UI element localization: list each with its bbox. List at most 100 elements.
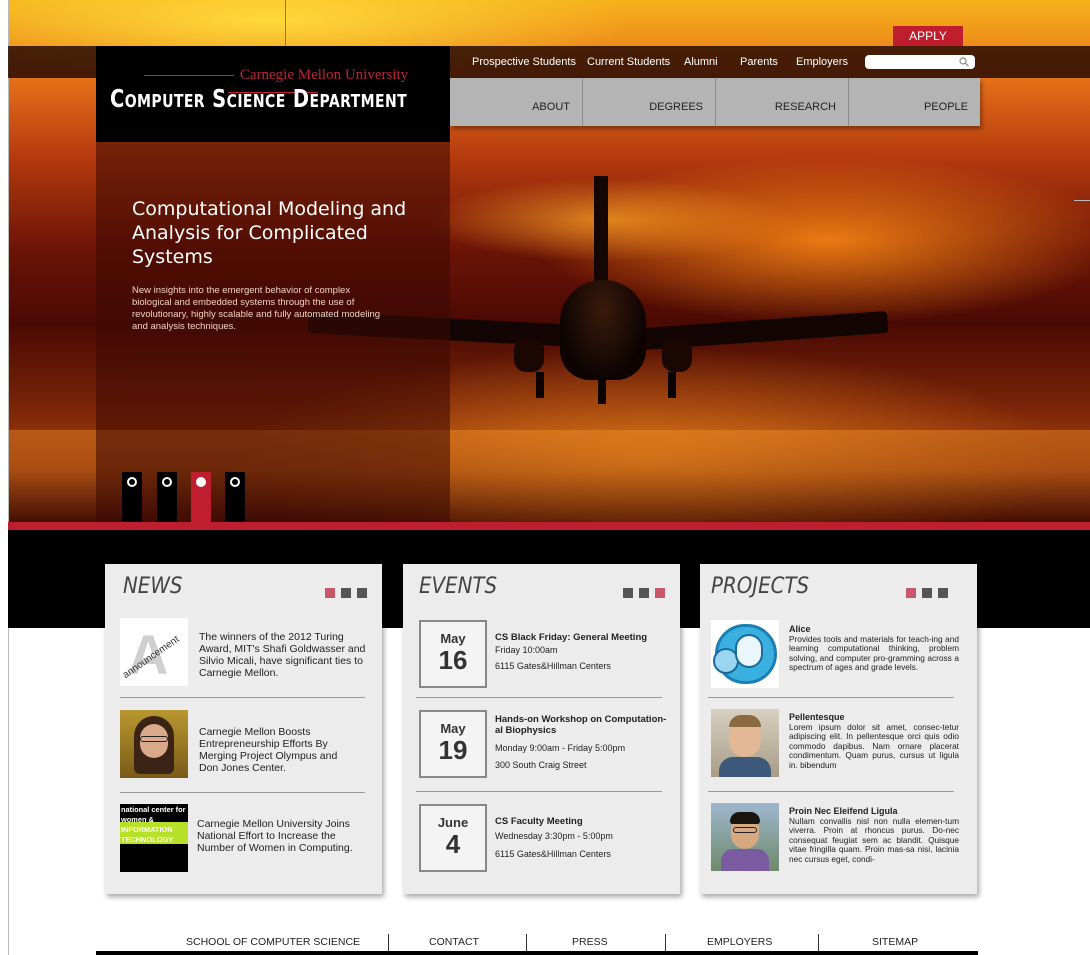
event-location: 6115 Gates&Hillman Centers bbox=[495, 849, 611, 859]
card-square bbox=[655, 588, 665, 598]
divider bbox=[120, 697, 365, 698]
nav-people[interactable]: PEOPLE bbox=[849, 78, 980, 126]
project-description: Nullam convallis nisl non nulla elemen-t… bbox=[789, 816, 959, 864]
event-location: 300 South Craig Street bbox=[495, 760, 587, 770]
project-name[interactable]: Pellentesque bbox=[789, 712, 845, 722]
events-heading: EVENTS bbox=[419, 574, 498, 599]
event-day: 19 bbox=[438, 735, 468, 765]
plane-gear-right bbox=[668, 372, 676, 398]
slide-dot-ring bbox=[230, 477, 240, 487]
event-title[interactable]: CS Faculty Meeting bbox=[495, 816, 667, 827]
plane-gear-nose bbox=[598, 378, 606, 404]
event-date: June 4 bbox=[419, 804, 487, 872]
event-date: May 16 bbox=[419, 620, 487, 688]
nav-degrees[interactable]: DEGREES bbox=[583, 78, 715, 126]
divider bbox=[708, 791, 954, 792]
event-time: Friday 10:00am bbox=[495, 645, 558, 655]
card-square bbox=[938, 588, 948, 598]
footer-nav: SCHOOL OF COMPUTER SCIENCE CONTACT PRESS… bbox=[96, 934, 978, 955]
search-input[interactable] bbox=[865, 55, 975, 69]
plane-fuselage bbox=[560, 280, 646, 380]
divider bbox=[416, 791, 662, 792]
person-hair bbox=[729, 715, 761, 727]
event-title[interactable]: CS Black Friday: General Meeting bbox=[495, 632, 667, 643]
alice-character bbox=[735, 634, 763, 668]
logo-department-name: Computer Science Department bbox=[110, 84, 407, 113]
search-icon[interactable] bbox=[959, 55, 969, 69]
event-day: 4 bbox=[445, 829, 461, 859]
news-heading: NEWS bbox=[123, 574, 183, 599]
footer-link-employers[interactable]: EMPLOYERS bbox=[707, 936, 772, 948]
apply-button[interactable]: APPLY bbox=[893, 26, 963, 46]
feature-panel: Computational Modeling and Analysis for … bbox=[96, 142, 450, 522]
feature-title[interactable]: Computational Modeling and Analysis for … bbox=[132, 197, 432, 269]
news-thumb-ncwit[interactable]: national center for women & INFORMATION … bbox=[120, 804, 188, 872]
glasses-icon bbox=[733, 827, 757, 833]
footer-divider bbox=[665, 934, 666, 952]
card-square bbox=[639, 588, 649, 598]
divider bbox=[120, 792, 365, 793]
project-thumb-person[interactable] bbox=[711, 803, 779, 871]
card-square bbox=[922, 588, 932, 598]
footer-divider bbox=[526, 934, 527, 952]
news-thumb-announcement[interactable]: A announcement bbox=[120, 618, 188, 686]
event-day: 16 bbox=[438, 645, 468, 675]
nav-research[interactable]: RESEARCH bbox=[716, 78, 848, 126]
link-parents[interactable]: Parents bbox=[740, 56, 778, 68]
plane-tail bbox=[594, 176, 608, 286]
project-name[interactable]: Alice bbox=[789, 624, 811, 634]
footer-link-sitemap[interactable]: SITEMAP bbox=[872, 936, 918, 948]
hero-accent-bar bbox=[8, 522, 1090, 530]
project-name[interactable]: Proin Nec Eleifend Ligula bbox=[789, 806, 898, 816]
card-square bbox=[623, 588, 633, 598]
nav-about[interactable]: ABOUT bbox=[450, 78, 582, 126]
event-month: May bbox=[440, 631, 466, 646]
person-shirt bbox=[721, 849, 769, 871]
slide-dot-3-active[interactable] bbox=[191, 472, 211, 522]
slide-dot-ring bbox=[127, 477, 137, 487]
news-item-text[interactable]: The winners of the 2012 Turing Award, MI… bbox=[199, 631, 369, 679]
event-month: May bbox=[440, 721, 466, 736]
footer-link-scs[interactable]: SCHOOL OF COMPUTER SCIENCE bbox=[186, 936, 360, 948]
event-title[interactable]: Hands-on Workshop on Computation-al Biop… bbox=[495, 714, 667, 736]
slide-dot-2[interactable] bbox=[157, 472, 177, 522]
person-hair bbox=[730, 812, 760, 824]
link-employers[interactable]: Employers bbox=[796, 56, 848, 68]
link-alumni[interactable]: Alumni bbox=[684, 56, 718, 68]
footer-link-press[interactable]: PRESS bbox=[572, 936, 608, 948]
footer-divider bbox=[388, 934, 389, 952]
news-card: NEWS A announcement The winners of the 2… bbox=[105, 564, 382, 894]
event-time: Wednesday 3:30pm - 5:00pm bbox=[495, 831, 613, 841]
feature-description: New insights into the emergent behavior … bbox=[132, 285, 381, 332]
link-current-students[interactable]: Current Students bbox=[587, 56, 670, 68]
site-logo[interactable]: Carnegie Mellon University Computer Scie… bbox=[96, 46, 450, 142]
slide-dot-1[interactable] bbox=[122, 472, 142, 522]
slide-dot-ring bbox=[196, 477, 206, 487]
card-square bbox=[357, 588, 367, 598]
divider bbox=[708, 697, 954, 698]
slide-dot-4[interactable] bbox=[225, 472, 245, 522]
plane-engine-left bbox=[514, 338, 544, 372]
news-item-text[interactable]: Carnegie Mellon University Joins Nationa… bbox=[197, 818, 367, 854]
person-shirt bbox=[719, 757, 771, 777]
plane-gear-left bbox=[536, 372, 544, 398]
slide-dot-ring bbox=[162, 477, 172, 487]
project-description: Lorem ipsum dolor sit amet, consec-tetur… bbox=[789, 722, 959, 770]
events-card: EVENTS May 16 CS Black Friday: General M… bbox=[403, 564, 680, 894]
ncwit-logo-text: national center for women & INFORMATION … bbox=[121, 805, 186, 844]
main-nav: ABOUT DEGREES RESEARCH PEOPLE bbox=[450, 78, 980, 126]
footer-divider bbox=[818, 934, 819, 952]
event-time: Monday 9:00am - Friday 5:00pm bbox=[495, 743, 626, 753]
plane-engine-right bbox=[662, 338, 692, 372]
event-date: May 19 bbox=[419, 710, 487, 778]
project-thumb-person[interactable] bbox=[711, 709, 779, 777]
projects-card: PROJECTS Alice Provides tools and materi… bbox=[700, 564, 977, 894]
card-square bbox=[341, 588, 351, 598]
link-prospective-students[interactable]: Prospective Students bbox=[472, 56, 576, 68]
news-item-text[interactable]: Carnegie Mellon Boosts Entrepreneurship … bbox=[199, 726, 349, 774]
footer-link-contact[interactable]: CONTACT bbox=[429, 936, 479, 948]
news-thumb-person[interactable] bbox=[120, 710, 188, 778]
divider bbox=[416, 697, 662, 698]
project-thumb-alice[interactable] bbox=[711, 620, 779, 688]
guide-tick bbox=[1074, 200, 1090, 201]
